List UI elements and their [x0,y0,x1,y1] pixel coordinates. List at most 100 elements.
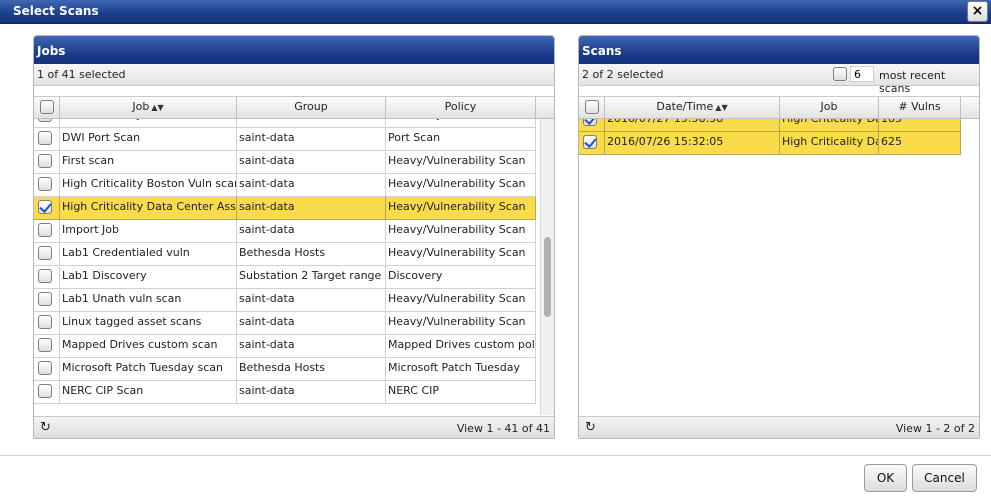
job-name-cell: Lab1 Discovery [60,266,237,288]
scan-row-checkbox[interactable] [583,135,597,149]
job-name-cell: DWI Discovery [60,119,237,127]
job-row[interactable]: Lab1 Discovery Substation 2 Target range D… [34,266,536,289]
ok-button[interactable]: OK [864,464,907,492]
job-row[interactable]: Microsoft Patch Tuesday scan Bethesda Hos… [34,358,536,381]
job-policy-cell: Heavy/Vulnerability Scan [386,289,536,311]
scan-checkbox-cell [579,119,605,131]
job-group-cell: saint-data [237,197,386,219]
job-name-cell: Microsoft Patch Tuesday scan [60,358,237,380]
scans-panel: Scans 2 of 2 selected most recent scans … [578,35,980,439]
job-row[interactable]: DWI Port Scan saint-data Port Scan [34,128,536,151]
recent-scans-label: most recent scans [879,69,946,95]
refresh-icon[interactable]: ↻ [40,420,51,435]
cancel-button[interactable]: Cancel [912,464,977,492]
jobs-header-group[interactable]: Group [237,97,386,118]
scans-view-count: View 1 - 2 of 2 [895,422,975,435]
job-row[interactable]: Linux tagged asset scans saint-data Heavy/… [34,312,536,335]
scan-datetime-cell: 2016/07/26 15:32:05 [605,132,780,154]
scan-vulns-cell: 625 [879,132,961,154]
job-row-checkbox[interactable] [38,246,52,260]
job-row[interactable]: Import Job saint-data Heavy/Vulnerability … [34,220,536,243]
recent-scans-count-input[interactable] [850,66,874,82]
scan-vulns-cell: 183 [879,119,961,131]
close-button[interactable]: × [967,1,988,22]
job-row[interactable]: Lab1 Unath vuln scan saint-data Heavy/Vuln… [34,289,536,312]
job-checkbox-cell [34,174,60,196]
job-row-checkbox[interactable] [38,315,52,329]
jobs-select-all-cell [34,97,60,118]
scan-job-cell: High Criticality Data [780,132,879,154]
job-checkbox-cell [34,197,60,219]
jobs-header-policy[interactable]: Policy [386,97,536,118]
jobs-scrollbar-thumb[interactable] [544,237,551,317]
scan-row[interactable]: 2016/07/27 15:58:38High Criticality Data… [579,119,961,132]
job-row[interactable]: First scan saint-data Heavy/Vulnerability … [34,151,536,174]
job-row[interactable]: High Criticality Boston Vuln scan saint-d… [34,174,536,197]
jobs-panel: Jobs 1 of 41 selected Job ▲▼ Group Policy… [33,35,555,439]
job-row-checkbox[interactable] [38,269,52,283]
job-checkbox-cell [34,151,60,173]
job-name-cell: Lab1 Credentialed vuln [60,243,237,265]
job-group-cell: Public websites [237,119,386,127]
scan-datetime-cell: 2016/07/27 15:58:38 [605,119,780,131]
job-group-cell: saint-data [237,174,386,196]
job-row-checkbox[interactable] [38,131,52,145]
jobs-selected-count: 1 of 41 selected [37,68,126,81]
job-row-checkbox[interactable] [38,384,52,398]
job-group-cell: saint-data [237,128,386,150]
jobs-panel-title: Jobs [34,36,554,64]
jobs-scrollbar[interactable] [540,119,554,415]
recent-scans-checkbox[interactable] [833,67,847,81]
job-row-checkbox[interactable] [38,119,52,122]
job-row-checkbox[interactable] [38,154,52,168]
job-group-cell: saint-data [237,381,386,403]
job-group-cell: saint-data [237,151,386,173]
job-row[interactable]: High Criticality Data Center Assets saint… [34,197,536,220]
job-row[interactable]: NERC CIP Scan saint-data NERC CIP [34,381,536,404]
jobs-header-job[interactable]: Job ▲▼ [60,97,237,118]
scan-row-checkbox[interactable] [583,119,597,126]
job-checkbox-cell [34,128,60,150]
job-checkbox-cell [34,220,60,242]
job-row[interactable]: DWI DiscoveryPublic websitesDiscovery [34,119,536,128]
scans-header-job[interactable]: Job [780,97,879,118]
scans-panel-title: Scans [579,36,979,64]
job-group-cell: saint-data [237,312,386,334]
refresh-icon[interactable]: ↻ [585,420,596,435]
jobs-selected-bar: 1 of 41 selected [34,64,554,86]
job-policy-cell: Heavy/Vulnerability Scan [386,151,536,173]
job-name-cell: Import Job [60,220,237,242]
job-row[interactable]: Lab1 Credentialed vuln Bethesda Hosts Heav… [34,243,536,266]
job-policy-cell: Heavy/Vulnerability Scan [386,312,536,334]
scans-header-vulns[interactable]: # Vulns [879,97,961,118]
close-icon: × [971,3,984,19]
job-row-checkbox[interactable] [38,223,52,237]
job-policy-cell: Discovery [386,119,536,127]
job-row-checkbox[interactable] [38,292,52,306]
job-row-checkbox[interactable] [38,200,52,214]
scans-header-datetime[interactable]: Date/Time ▲▼ [605,97,780,118]
scans-footer: ↻ View 1 - 2 of 2 [579,416,979,438]
job-checkbox-cell [34,335,60,357]
job-group-cell: Bethesda Hosts [237,243,386,265]
sort-icon: ▲▼ [715,103,728,112]
job-group-cell: saint-data [237,289,386,311]
job-name-cell: First scan [60,151,237,173]
job-checkbox-cell [34,289,60,311]
job-row[interactable]: Mapped Drives custom scan saint-data Mappe… [34,335,536,358]
scans-select-all-checkbox[interactable] [584,100,599,114]
scans-table-body: 2016/07/27 15:58:38High Criticality Data… [579,119,979,415]
jobs-select-all-checkbox[interactable] [39,100,54,114]
scan-row[interactable]: 2016/07/26 15:32:05High Criticality Data… [579,132,961,155]
job-name-cell: DWI Port Scan [60,128,237,150]
job-policy-cell: Port Scan [386,128,536,150]
scan-job-cell: High Criticality Data [780,119,879,131]
job-name-cell: Mapped Drives custom scan [60,335,237,357]
job-row-checkbox[interactable] [38,177,52,191]
job-policy-cell: NERC CIP [386,381,536,403]
scan-checkbox-cell [579,132,605,154]
dialog-divider [0,455,991,456]
job-row-checkbox[interactable] [38,338,52,352]
job-name-cell: High Criticality Boston Vuln scan [60,174,237,196]
job-row-checkbox[interactable] [38,361,52,375]
